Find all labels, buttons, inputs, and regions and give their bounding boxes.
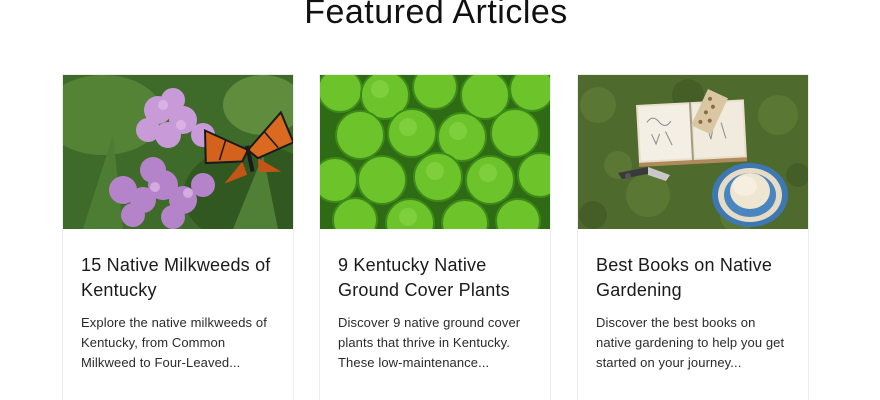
milkweed-butterfly-image bbox=[63, 75, 293, 229]
article-title[interactable]: 9 Kentucky Native Ground Cover Plants bbox=[338, 253, 532, 303]
article-image-milkweed[interactable] bbox=[63, 75, 293, 229]
book-hat-garden-image bbox=[578, 75, 808, 229]
ground-cover-leaves-image bbox=[320, 75, 550, 229]
article-image-ground-cover[interactable] bbox=[320, 75, 550, 229]
article-title[interactable]: Best Books on Native Gardening bbox=[596, 253, 790, 303]
article-card-list: 15 Native Milkweeds of Kentucky Explore … bbox=[62, 74, 822, 400]
article-excerpt: Explore the native milkweeds of Kentucky… bbox=[81, 315, 267, 370]
article-excerpt: Discover the best books on native garden… bbox=[596, 315, 785, 370]
article-card-books[interactable]: Best Books on Native Gardening Discover … bbox=[577, 74, 809, 400]
article-excerpt: Discover 9 native ground cover plants th… bbox=[338, 315, 521, 370]
article-title[interactable]: 15 Native Milkweeds of Kentucky bbox=[81, 253, 275, 303]
article-card-ground-cover[interactable]: 9 Kentucky Native Ground Cover Plants Di… bbox=[319, 74, 551, 400]
article-card-milkweeds[interactable]: 15 Native Milkweeds of Kentucky Explore … bbox=[62, 74, 294, 400]
section-title: Featured Articles bbox=[304, 0, 568, 31]
article-image-books[interactable] bbox=[578, 75, 808, 229]
